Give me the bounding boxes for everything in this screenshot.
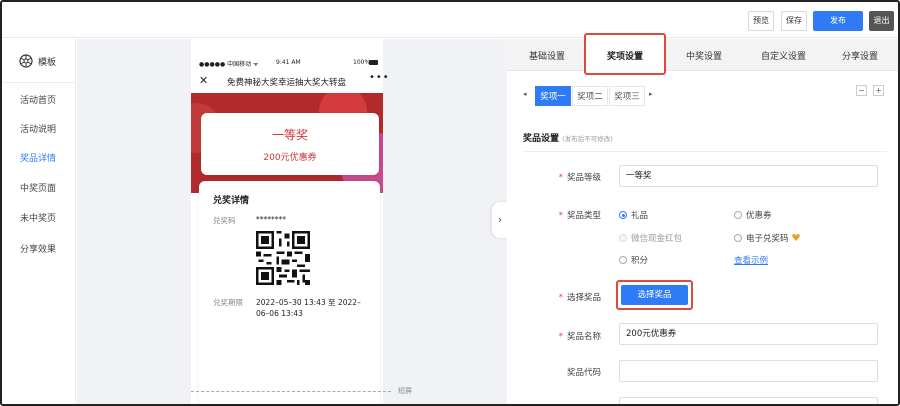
status-time: 9:41 AM bbox=[276, 59, 301, 66]
fold-label: 短屏 bbox=[398, 387, 412, 395]
prize-type-label: * 奖品类型 bbox=[558, 211, 601, 221]
sidebar-header[interactable]: 模板 bbox=[2, 39, 76, 83]
save-button[interactable]: 保存 bbox=[781, 11, 807, 31]
battery-icon bbox=[369, 60, 378, 65]
choose-prize-button[interactable]: 选择奖品 bbox=[621, 285, 688, 305]
more-icon[interactable]: ••• bbox=[369, 72, 390, 83]
prize-code-input[interactable] bbox=[619, 360, 878, 382]
redeem-code-value: ******** bbox=[256, 215, 286, 224]
tab-basic[interactable]: 基础设置 bbox=[529, 49, 565, 62]
prize-name: 一等奖 bbox=[271, 128, 308, 142]
sidebar-item-winning-page[interactable]: 中奖页面 bbox=[20, 181, 56, 194]
settings-tabs: 基础设置 奖项设置 中奖设置 自定义设置 分享设置 bbox=[507, 33, 898, 75]
subtab-prev-icon[interactable]: ◂ bbox=[523, 90, 527, 98]
prize-level-label: * 奖品等级 bbox=[558, 173, 601, 183]
add-prize-button[interactable]: + bbox=[873, 85, 884, 96]
section-note: (发布后不可修改) bbox=[562, 135, 613, 143]
view-example-link[interactable]: 查看示例 bbox=[734, 254, 768, 266]
qr-code-icon bbox=[256, 231, 310, 285]
tab-custom[interactable]: 自定义设置 bbox=[761, 49, 806, 62]
next-field-input[interactable] bbox=[619, 397, 878, 404]
redeem-card: 兑奖详情 兑奖码 ******** 兑奖期限 2022–05–30 13:43 … bbox=[199, 181, 380, 404]
exit-button[interactable]: 退出 bbox=[869, 11, 894, 31]
subtab-prize-3[interactable]: 奖项三 bbox=[609, 86, 645, 106]
settings-panel: 基础设置 奖项设置 中奖设置 自定义设置 分享设置 ◂ 奖项一 奖项二 奖项三 … bbox=[507, 33, 898, 404]
battery-text: 100% bbox=[353, 59, 371, 66]
subtab-prize-2[interactable]: 奖项二 bbox=[572, 86, 608, 106]
preview-button[interactable]: 预览 bbox=[748, 11, 774, 31]
section-divider bbox=[523, 151, 887, 152]
sidebar-item-losing-page[interactable]: 未中奖页 bbox=[20, 211, 56, 224]
subtab-prize-1[interactable]: 奖项一 bbox=[535, 86, 571, 106]
prize-card: 一等奖 200元优惠券 bbox=[201, 113, 379, 175]
carrier-text: ●●●●● 中国移动 ᯤ bbox=[199, 61, 259, 68]
tab-share[interactable]: 分享设置 bbox=[842, 49, 878, 62]
sidebar-item-home[interactable]: 活动首页 bbox=[20, 93, 56, 106]
phone-page-title: 免费神秘大奖幸运抽大奖大转盘 bbox=[227, 78, 347, 88]
close-icon[interactable]: ✕ bbox=[199, 74, 208, 87]
radio-coupon[interactable]: 优惠券 bbox=[734, 209, 772, 221]
redeem-code-label: 兑奖码 bbox=[213, 216, 236, 225]
choose-prize-label: * 选择奖品 bbox=[558, 293, 601, 303]
phone-navbar: ✕ 免费神秘大奖幸运抽大奖大转盘 ••• bbox=[191, 72, 389, 92]
sidebar-item-description[interactable]: 活动说明 bbox=[20, 122, 56, 135]
subtab-next-icon[interactable]: ▸ bbox=[649, 90, 653, 98]
app-window: 预览 保存 发布 退出 模板 活动首页 活动说明 奖品详情 中奖页面 未中奖页 … bbox=[0, 0, 900, 406]
prize-level-input[interactable]: 一等奖 bbox=[619, 165, 878, 187]
preview-canvas: ●●●●● 中国移动 ᯤ 9:41 AM 100% ✕ 免费神秘大奖幸运抽大奖大… bbox=[77, 39, 507, 404]
premium-gem-icon bbox=[791, 234, 800, 241]
radio-e-code[interactable]: 电子兑奖码 bbox=[734, 232, 800, 244]
prize-name-label: * 奖品名称 bbox=[558, 332, 601, 342]
radio-gift[interactable]: 礼品 bbox=[619, 209, 648, 221]
sidebar-header-label: 模板 bbox=[38, 58, 57, 68]
radio-wechat-red-packet[interactable]: 微信现金红包 bbox=[619, 232, 682, 244]
section-title: 奖品设置 (发布后不可修改) bbox=[523, 131, 613, 144]
sidebar-item-share[interactable]: 分享效果 bbox=[20, 242, 56, 255]
prize-name-input[interactable]: 200元优惠券 bbox=[619, 323, 878, 345]
publish-button[interactable]: 发布 bbox=[813, 11, 863, 31]
tab-prizes[interactable]: 奖项设置 bbox=[607, 49, 643, 62]
sidebar-item-prize-details[interactable]: 奖品详情 bbox=[20, 151, 56, 164]
tab-winning[interactable]: 中奖设置 bbox=[686, 49, 722, 62]
prize-subtitle: 200元优惠券 bbox=[263, 153, 317, 163]
fold-line bbox=[191, 391, 391, 392]
prize-code-label: 奖品代码 bbox=[566, 368, 601, 378]
redeem-period-label: 兑奖期限 bbox=[213, 298, 243, 307]
redeem-title: 兑奖详情 bbox=[213, 196, 250, 206]
collapse-panel-button[interactable]: › bbox=[492, 202, 508, 238]
section-title-text: 奖品设置 bbox=[523, 134, 560, 144]
phone-preview: ●●●●● 中国移动 ᯤ 9:41 AM 100% ✕ 免费神秘大奖幸运抽大奖大… bbox=[191, 39, 389, 404]
template-icon bbox=[19, 54, 33, 68]
sidebar: 模板 活动首页 活动说明 奖品详情 中奖页面 未中奖页 分享效果 bbox=[2, 39, 76, 404]
redeem-period-value: 2022–05–30 13:43 至 2022–06–06 13:43 bbox=[256, 298, 361, 318]
top-toolbar: 预览 保存 发布 退出 bbox=[2, 2, 898, 38]
status-bar: ●●●●● 中国移动 ᯤ 9:41 AM 100% bbox=[191, 57, 383, 68]
radio-points[interactable]: 积分 bbox=[619, 254, 648, 266]
remove-prize-button[interactable]: − bbox=[856, 85, 867, 96]
